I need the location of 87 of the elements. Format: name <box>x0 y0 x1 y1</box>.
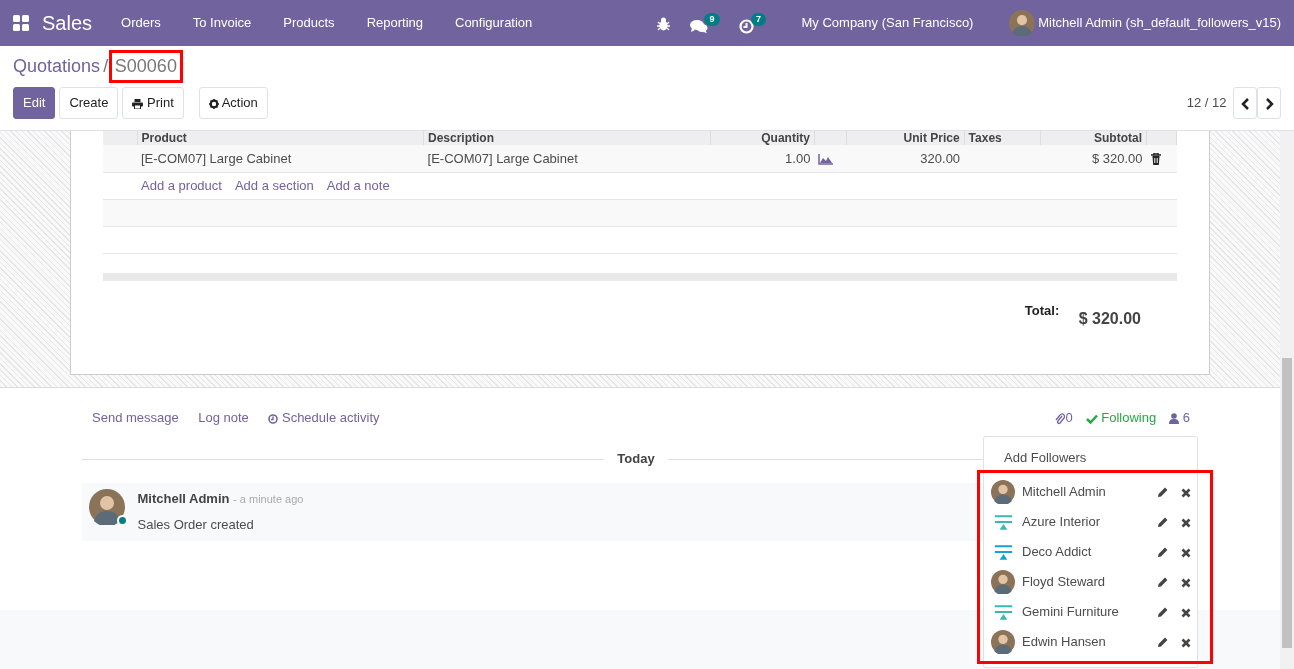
message-body: Sales Order created <box>137 516 255 534</box>
menu-item[interactable]: Reporting <box>350 13 439 33</box>
add-line-link[interactable]: Add a product <box>141 177 222 193</box>
print-button[interactable]: Print <box>122 87 184 119</box>
person-icon <box>1169 413 1180 425</box>
chat-icon <box>689 18 708 34</box>
add-line-link[interactable]: Add a section <box>234 177 314 193</box>
menu-item[interactable]: Orders <box>105 13 177 33</box>
total-label: Total: <box>1024 302 1060 320</box>
add-followers-item[interactable]: Add Followers <box>1004 450 1087 465</box>
app-title[interactable]: Sales <box>42 8 93 38</box>
column-header[interactable]: Taxes <box>964 131 1041 145</box>
table-cell: $ 320.00 <box>1040 145 1147 172</box>
followers-button[interactable]: 6 <box>1169 408 1190 428</box>
edit-button[interactable]: Edit <box>13 87 56 119</box>
bug-icon[interactable] <box>657 16 670 31</box>
scrollbar[interactable] <box>1280 131 1294 669</box>
pencil-icon[interactable] <box>1156 637 1168 649</box>
pencil-icon[interactable] <box>1156 517 1168 529</box>
chevron-left-icon <box>1240 97 1250 110</box>
previous-button[interactable] <box>1233 87 1257 119</box>
remove-icon[interactable] <box>1180 487 1191 498</box>
area-chart-icon[interactable] <box>818 153 834 165</box>
messages-button[interactable]: 9 <box>689 12 720 34</box>
pencil-icon[interactable] <box>1156 487 1168 499</box>
column-header[interactable]: Quantity <box>710 131 815 145</box>
check-icon <box>1085 413 1098 424</box>
remove-icon[interactable] <box>1180 577 1191 588</box>
follower-name[interactable]: Floyd Steward <box>1022 572 1106 592</box>
pencil-icon[interactable] <box>1156 577 1168 589</box>
follower-name[interactable]: Azure Interior <box>1022 512 1101 532</box>
company-switcher[interactable]: My Company (San Francisco) <box>785 13 990 33</box>
follower-avatar-icon <box>991 570 1015 594</box>
author-avatar-icon <box>88 489 125 525</box>
add-line-link[interactable]: Add a note <box>326 177 390 193</box>
printer-icon <box>132 98 144 109</box>
column-header[interactable]: Description <box>423 131 711 145</box>
clock-icon <box>268 413 279 424</box>
table-cell: 1.00 <box>710 145 815 172</box>
trash-icon[interactable] <box>1150 153 1161 166</box>
menu-item[interactable]: Products <box>267 13 351 33</box>
pager-value: 12 / 12 <box>1186 94 1227 112</box>
user-menu[interactable]: Mitchell Admin (sh_default_followers_v15) <box>1008 10 1281 36</box>
remove-icon[interactable] <box>1180 637 1191 648</box>
record-title: S00060 <box>111 53 181 80</box>
action-button[interactable]: Action <box>198 87 268 119</box>
menu-item[interactable]: Configuration <box>439 13 549 33</box>
user-avatar-icon <box>1008 10 1035 36</box>
table-cell: 320.00 <box>846 145 965 172</box>
follower-name[interactable]: Mitchell Admin <box>1022 482 1106 502</box>
pencil-icon[interactable] <box>1156 607 1168 619</box>
message-author: Mitchell Admin <box>137 491 230 506</box>
next-button[interactable] <box>1257 87 1281 119</box>
attachments-button[interactable]: 0 <box>1055 408 1073 428</box>
breadcrumb-link[interactable]: Quotations <box>13 53 101 80</box>
table-cell: [E-COM07] Large Cabinet <box>137 145 424 172</box>
follower-name[interactable]: Deco Addict <box>1022 542 1092 562</box>
follower-name[interactable]: Edwin Hansen <box>1022 632 1106 652</box>
follower-name[interactable]: Gemini Furniture <box>1022 602 1119 622</box>
clock-icon <box>739 18 754 34</box>
menu-item[interactable]: To Invoice <box>176 13 268 33</box>
activities-button[interactable]: 7 <box>739 12 766 34</box>
create-button[interactable]: Create <box>59 87 119 119</box>
chatter-tab[interactable]: Send message <box>92 408 179 428</box>
apps-menu-icon[interactable] <box>13 15 29 31</box>
date-separator: Today <box>617 450 655 469</box>
column-header[interactable]: Product <box>137 131 424 145</box>
gear-icon <box>208 98 219 109</box>
chevron-right-icon <box>1264 97 1274 110</box>
message-time: - a minute ago <box>233 493 304 505</box>
breadcrumb-separator: / <box>103 55 109 78</box>
total-amount: $ 320.00 <box>1078 309 1141 329</box>
message-count-badge: 9 <box>704 12 720 26</box>
follower-avatar-icon <box>991 480 1015 504</box>
remove-icon[interactable] <box>1180 547 1191 558</box>
table-cell: [E-COM07] Large Cabinet <box>423 145 711 172</box>
paperclip-icon <box>1055 412 1066 425</box>
column-header[interactable]: Subtotal <box>1040 131 1147 145</box>
activity-count-badge: 7 <box>751 12 766 26</box>
remove-icon[interactable] <box>1180 517 1191 528</box>
pencil-icon[interactable] <box>1156 547 1168 559</box>
schedule-activity-button[interactable]: Schedule activity <box>268 408 380 428</box>
chatter-tab[interactable]: Log note <box>198 408 249 428</box>
column-header[interactable]: Unit Price <box>846 131 965 145</box>
remove-icon[interactable] <box>1180 607 1191 618</box>
follow-button[interactable]: Following <box>1085 408 1157 428</box>
follower-avatar-icon <box>991 630 1015 654</box>
